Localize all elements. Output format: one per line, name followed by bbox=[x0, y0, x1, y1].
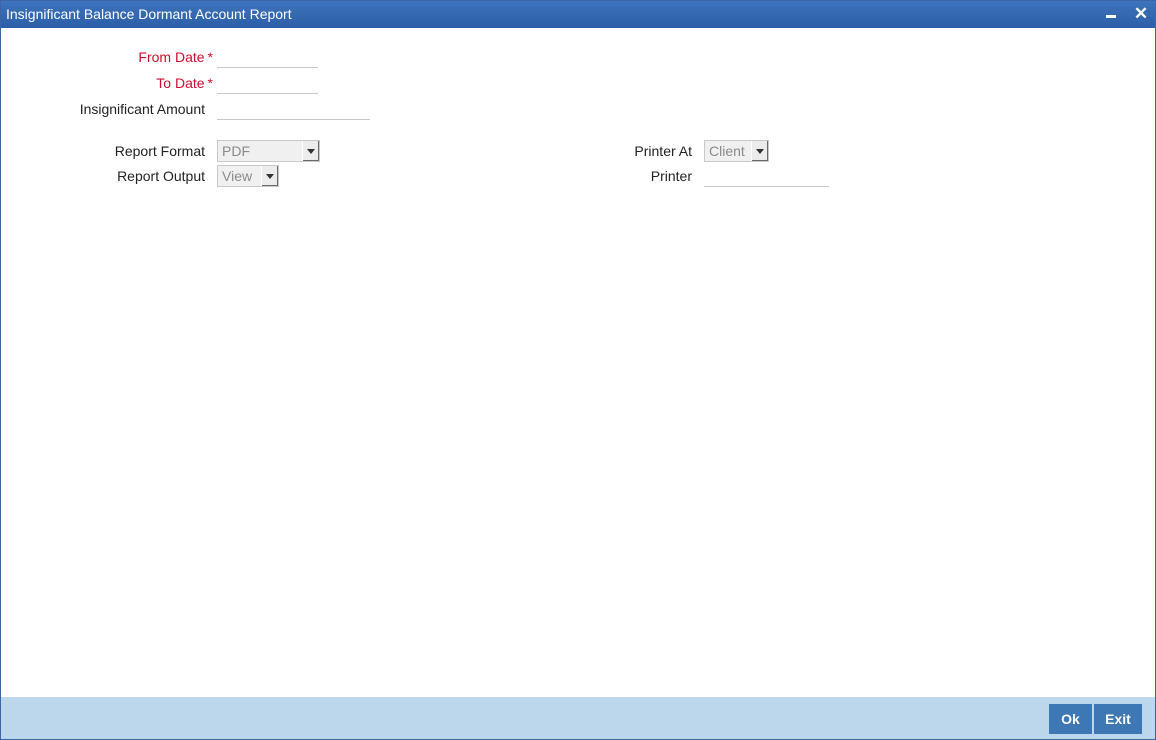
report-format-value: PDF bbox=[222, 143, 250, 159]
close-icon[interactable]: ✕ bbox=[1131, 4, 1151, 24]
window-title: Insignificant Balance Dormant Account Re… bbox=[6, 6, 292, 22]
insignificant-amount-label: Insignificant Amount bbox=[79, 101, 205, 117]
exit-button[interactable]: Exit bbox=[1094, 704, 1142, 734]
from-date-field[interactable] bbox=[217, 46, 318, 68]
from-date-label-text: From Date bbox=[138, 49, 205, 65]
chevron-down-icon[interactable] bbox=[302, 141, 319, 161]
report-format-label: Report Format bbox=[114, 143, 205, 159]
report-window: Insignificant Balance Dormant Account Re… bbox=[0, 0, 1156, 740]
report-output-label: Report Output bbox=[117, 168, 205, 184]
printer-at-label: Printer At bbox=[634, 143, 692, 159]
required-marker: * bbox=[207, 49, 213, 65]
to-date-field[interactable] bbox=[217, 72, 318, 94]
title-bar: Insignificant Balance Dormant Account Re… bbox=[1, 1, 1155, 28]
chevron-down-icon[interactable] bbox=[751, 141, 768, 161]
ok-button[interactable]: Ok bbox=[1049, 704, 1092, 734]
to-date-label-text: To Date bbox=[156, 75, 205, 91]
chevron-down-icon[interactable] bbox=[261, 166, 278, 186]
printer-field[interactable] bbox=[704, 165, 829, 187]
from-date-label: From Date * bbox=[138, 49, 213, 65]
printer-at-select[interactable]: Client bbox=[704, 140, 769, 162]
printer-at-value: Client bbox=[709, 143, 745, 159]
minimize-icon[interactable] bbox=[1101, 4, 1121, 24]
printer-label: Printer bbox=[650, 168, 692, 184]
required-marker: * bbox=[207, 75, 213, 91]
footer-bar: Ok Exit bbox=[1, 697, 1155, 739]
report-output-value: View bbox=[222, 168, 253, 184]
insignificant-amount-field[interactable] bbox=[217, 98, 370, 120]
to-date-label: To Date * bbox=[156, 75, 213, 91]
report-format-select[interactable]: PDF bbox=[217, 140, 320, 162]
report-output-select[interactable]: View bbox=[217, 165, 279, 187]
